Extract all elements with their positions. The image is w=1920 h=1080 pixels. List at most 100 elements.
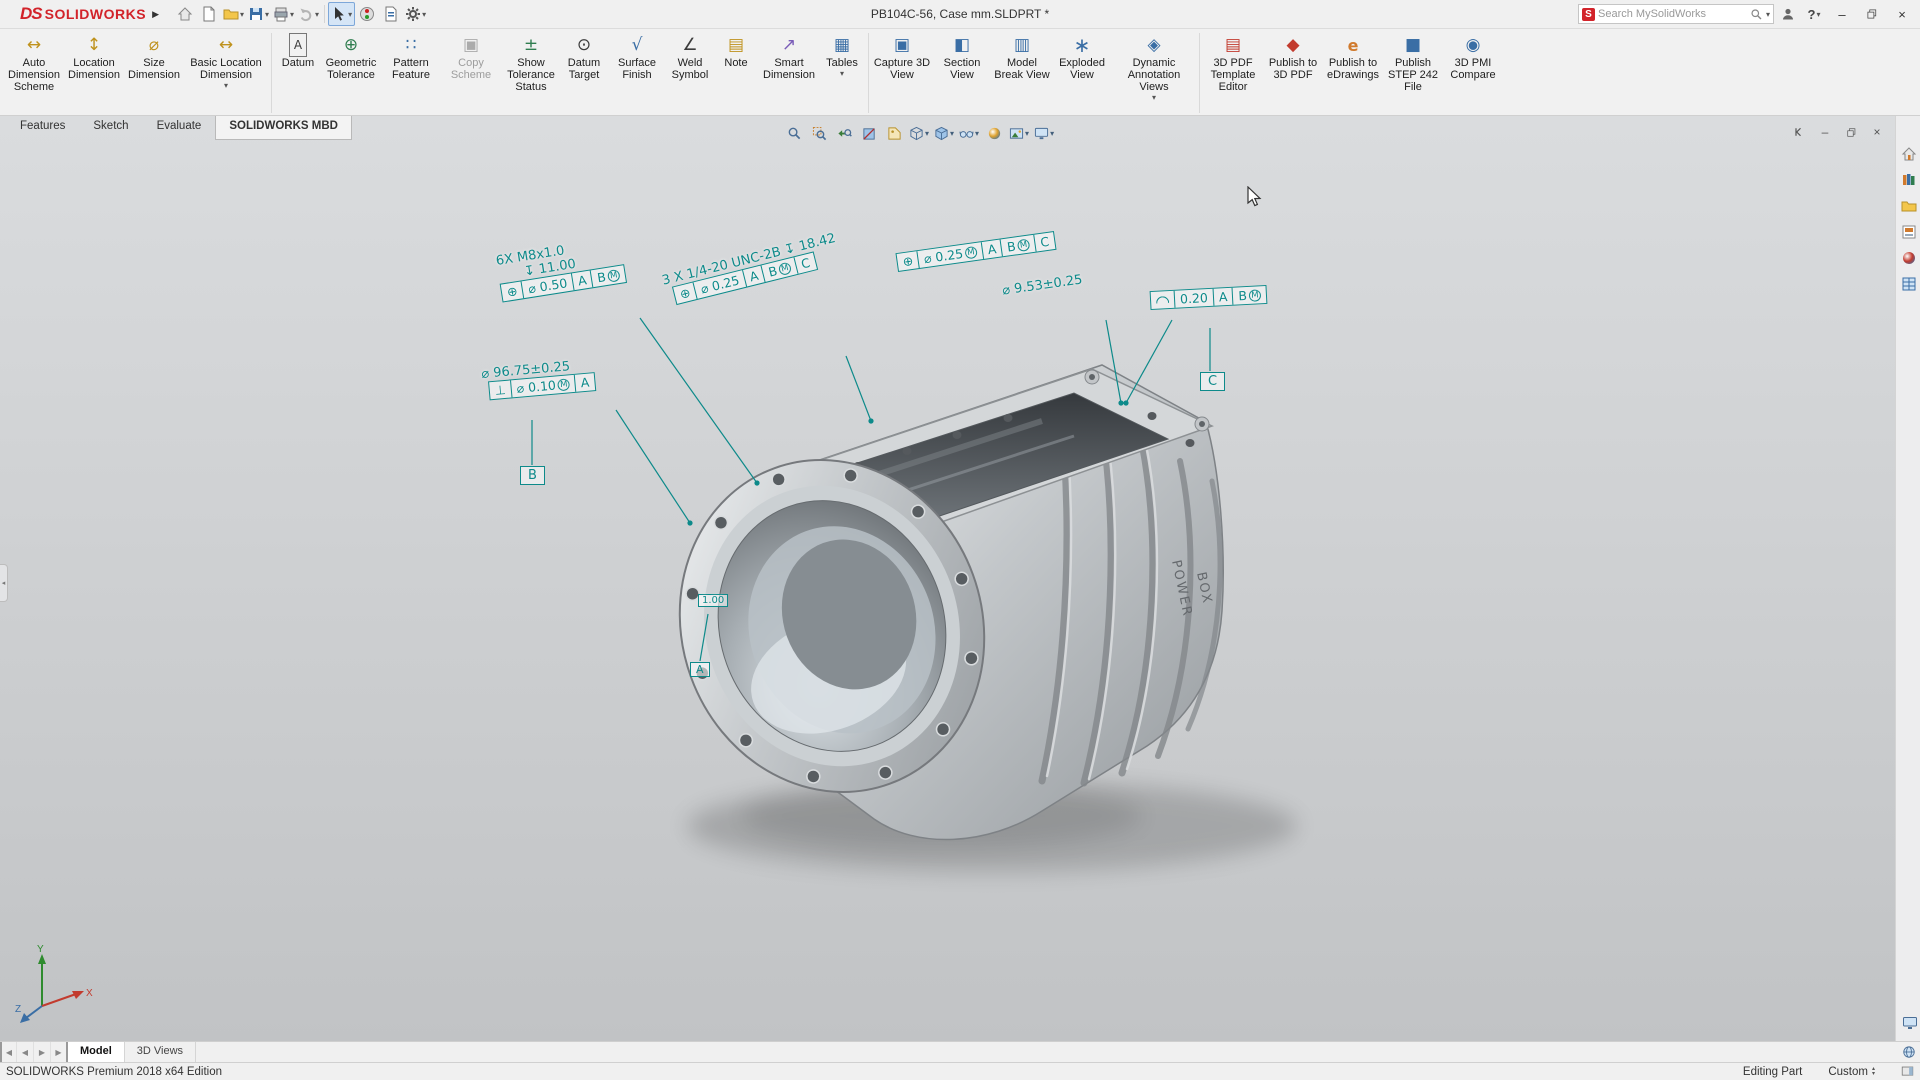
ribbon-button-note[interactable]: ▤ Note — [713, 31, 759, 71]
file-properties-button[interactable] — [379, 2, 403, 26]
tab-sketch[interactable]: Sketch — [79, 116, 142, 140]
ribbon-button-section-view[interactable]: ◧ Section View — [932, 31, 992, 83]
ribbon-button-datum-target[interactable]: ⊙ Datum Target — [561, 31, 607, 83]
first-tab-button[interactable]: ◀ — [0, 1042, 17, 1062]
dropdown-caret-icon[interactable]: ▾ — [224, 82, 228, 90]
undo-caret-icon[interactable]: ▾ — [315, 10, 319, 19]
minimize-window-button[interactable]: – — [1828, 2, 1856, 26]
apply-scene-caret-icon[interactable]: ▾ — [1025, 129, 1029, 138]
annotation-thread-m8[interactable]: 6X M8x1.0 ↧ 11.00 ⊕ ⌀ 0.50 A BM — [495, 234, 627, 302]
view-palette-button[interactable] — [1897, 220, 1920, 243]
units-selector[interactable]: Custom ▴▾ — [1828, 1066, 1875, 1078]
file-explorer-button[interactable] — [1897, 194, 1920, 217]
datum-flag-a[interactable]: A — [690, 662, 710, 677]
ribbon-button-pattern-feature[interactable]: ∷ Pattern Feature — [381, 31, 441, 83]
print-button[interactable]: ▾ — [271, 2, 296, 26]
tab-solidworks-mbd[interactable]: SOLIDWORKS MBD — [215, 116, 352, 140]
open-document-button[interactable]: ▾ — [221, 2, 246, 26]
tab-features[interactable]: Features — [6, 116, 79, 140]
custom-properties-button[interactable] — [1897, 272, 1920, 295]
ribbon-button-publish-step-242[interactable]: ■ Publish STEP 242 File — [1383, 31, 1443, 95]
search-caret-icon[interactable]: ▾ — [1766, 10, 1770, 19]
rebuild-button[interactable] — [355, 2, 379, 26]
ribbon-button-show-tolerance-status[interactable]: ± Show Tolerance Status — [501, 31, 561, 95]
edit-appearance-button[interactable] — [982, 122, 1006, 144]
last-tab-button[interactable]: ▶ — [51, 1042, 68, 1062]
display-style-caret-icon[interactable]: ▾ — [950, 129, 954, 138]
status-pane-icon[interactable] — [1901, 1065, 1914, 1078]
select-caret-icon[interactable]: ▾ — [348, 10, 352, 19]
options-caret-icon[interactable]: ▾ — [422, 10, 426, 19]
feature-tree-collapse-handle[interactable]: ◂ — [0, 564, 8, 602]
help-caret-icon[interactable]: ▾ — [1816, 10, 1820, 19]
home-button[interactable] — [173, 2, 197, 26]
dropdown-caret-icon[interactable]: ▾ — [840, 70, 844, 78]
search-input[interactable] — [1598, 8, 1747, 20]
hide-show-items-button[interactable]: ▾ — [957, 122, 981, 144]
units-spinner-icon[interactable]: ▴▾ — [1872, 1067, 1875, 1077]
close-window-button[interactable]: × — [1888, 2, 1916, 26]
save-button[interactable]: ▾ — [246, 2, 271, 26]
feature-control-frame[interactable]: ⊕ ⌀ 0.25M A BM C — [895, 231, 1056, 272]
section-view-button[interactable] — [857, 122, 881, 144]
appearances-scenes-button[interactable] — [1897, 246, 1920, 269]
design-library-button[interactable] — [1897, 168, 1920, 191]
annotation-small-tolerance[interactable]: 1.00 — [698, 594, 728, 607]
save-caret-icon[interactable]: ▾ — [265, 10, 269, 19]
search-icon[interactable] — [1750, 8, 1763, 21]
annotation-hole-size[interactable]: ⌀ 9.53±0.25 — [1001, 272, 1083, 298]
display-style-button[interactable]: ▾ — [932, 122, 956, 144]
3d-model-gearbox-case[interactable]: POWER BOX — [612, 321, 1332, 911]
ribbon-button-3d-pmi-compare[interactable]: ◉ 3D PMI Compare — [1443, 31, 1503, 83]
datum-flag-c[interactable]: C — [1200, 372, 1225, 391]
help-button[interactable]: ? ▾ — [1802, 2, 1826, 26]
ribbon-button-geometric-tolerance[interactable]: ⊕ Geometric Tolerance — [321, 31, 381, 83]
view-orientation-button[interactable]: ▾ — [907, 122, 931, 144]
view-settings-caret-icon[interactable]: ▾ — [1050, 129, 1054, 138]
ribbon-button-model-break-view[interactable]: ▥ Model Break View — [992, 31, 1052, 83]
select-tool-button[interactable]: ▾ — [328, 2, 355, 26]
previous-tab-button[interactable]: ◀ — [17, 1042, 34, 1062]
open-caret-icon[interactable]: ▾ — [240, 10, 244, 19]
solidworks-resources-button[interactable] — [1897, 142, 1920, 165]
zoom-to-area-button[interactable] — [807, 122, 831, 144]
annotation-bore[interactable]: ⌀ 96.75±0.25 ⊥ ⌀ 0.10M A — [481, 357, 596, 401]
pane-display-toggle-button[interactable] — [1898, 1011, 1920, 1034]
ribbon-button-basic-location-dimension[interactable]: ↔ Basic Location Dimension ▾ — [184, 31, 268, 92]
tab-evaluate[interactable]: Evaluate — [143, 116, 216, 140]
restore-window-button[interactable] — [1858, 2, 1886, 26]
doc-previous-window-button[interactable] — [1786, 122, 1812, 142]
ribbon-button-surface-finish[interactable]: √ Surface Finish — [607, 31, 667, 83]
ribbon-button-publish-to-3d-pdf[interactable]: ◆ Publish to 3D PDF — [1263, 31, 1323, 83]
doc-minimize-button[interactable]: – — [1812, 122, 1838, 142]
ribbon-button-datum[interactable]: A Datum — [275, 31, 321, 71]
view-settings-button[interactable]: ▾ — [1032, 122, 1056, 144]
options-button[interactable]: ▾ — [403, 2, 428, 26]
feature-control-frame[interactable]: 0.20 A BM — [1150, 285, 1268, 310]
ribbon-button-dynamic-annotation-views[interactable]: ◈ Dynamic Annotation Views ▾ — [1112, 31, 1196, 104]
annotation-thread-unc[interactable]: 3 X 1/4-20 UNC-2B ↧ 18.42 ⊕ ⌀ 0.25 A BM … — [661, 231, 842, 307]
datum-flag-b[interactable]: B — [520, 466, 545, 485]
annotation-hole-position[interactable]: ⊕ ⌀ 0.25M A BM C — [895, 231, 1056, 272]
ribbon-button-capture-3d-view[interactable]: ▣ Capture 3D View — [872, 31, 932, 83]
dropdown-caret-icon[interactable]: ▾ — [1152, 94, 1156, 102]
dynamic-annotation-views-button[interactable] — [882, 122, 906, 144]
ribbon-button-size-dimension[interactable]: ⌀ Size Dimension — [124, 31, 184, 83]
annotation-profile[interactable]: 0.20 A BM — [1150, 285, 1268, 310]
undo-button[interactable]: ▾ — [296, 2, 321, 26]
graphics-viewport[interactable]: Features Sketch Evaluate SOLIDWORKS MBD … — [0, 116, 1920, 1041]
print-caret-icon[interactable]: ▾ — [290, 10, 294, 19]
new-document-button[interactable] — [197, 2, 221, 26]
task-pane-globe-icon[interactable] — [1902, 1045, 1916, 1059]
ribbon-button-tables[interactable]: ▦ Tables ▾ — [819, 31, 865, 80]
login-button[interactable] — [1776, 2, 1800, 26]
doc-close-button[interactable]: × — [1864, 122, 1890, 142]
ribbon-button-auto-dimension-scheme[interactable]: ↔ Auto Dimension Scheme — [4, 31, 64, 95]
search-box[interactable]: S ▾ — [1578, 4, 1774, 24]
apply-scene-button[interactable]: ▾ — [1007, 122, 1031, 144]
tab-3d-views[interactable]: 3D Views — [125, 1042, 196, 1062]
ribbon-button-location-dimension[interactable]: ↕ Location Dimension — [64, 31, 124, 83]
view-orientation-caret-icon[interactable]: ▾ — [925, 129, 929, 138]
doc-restore-button[interactable] — [1838, 122, 1864, 142]
ribbon-button-weld-symbol[interactable]: ∠ Weld Symbol — [667, 31, 713, 83]
